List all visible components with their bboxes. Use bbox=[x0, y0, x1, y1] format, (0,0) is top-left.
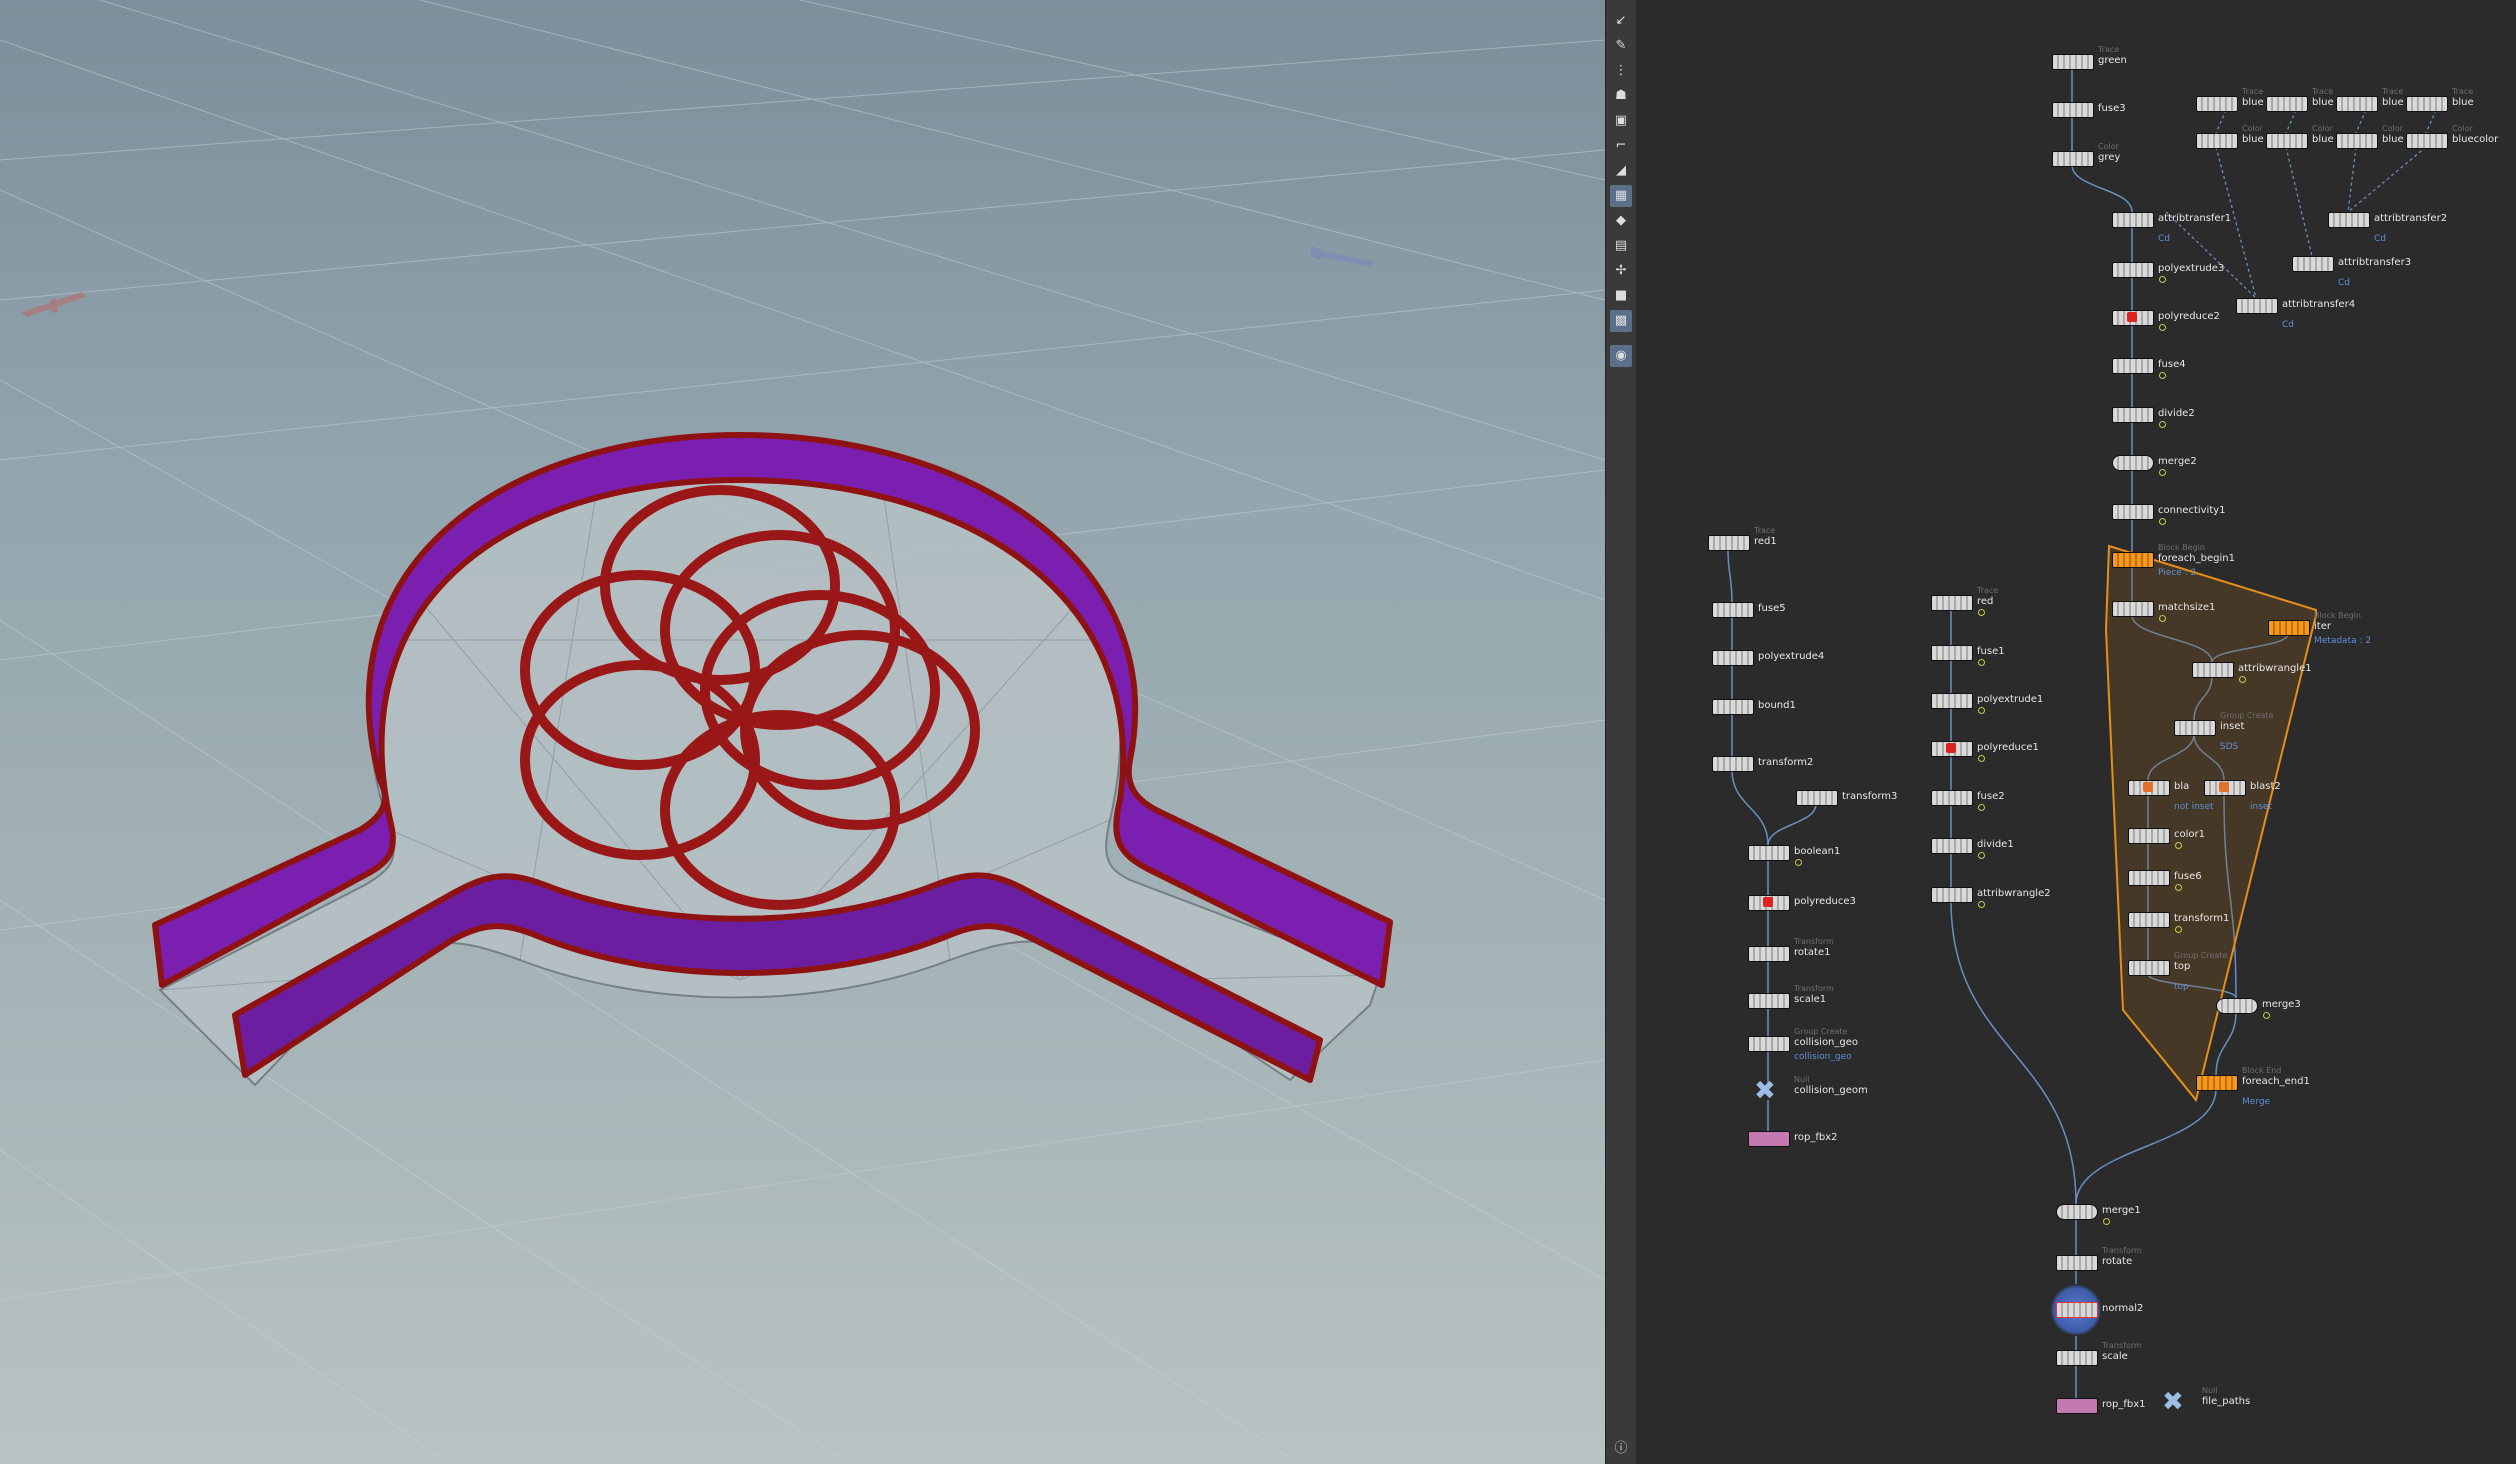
viewport-toolbar: ↙ ✎ ⋮ ☗ ▣ ⌐ ◢ ▦ ◆ ▤ ✢ ■ ▩ ◉ ⓘ bbox=[1605, 0, 1637, 1464]
null-icon: ✖ bbox=[1754, 1076, 1776, 1106]
axis-gizmo-left bbox=[22, 292, 86, 317]
brush-icon[interactable]: ☗ bbox=[1610, 85, 1632, 107]
shading-icon[interactable]: ▤ bbox=[1610, 235, 1632, 257]
pivot-icon[interactable]: ■ bbox=[1610, 285, 1632, 307]
viewport-canvas bbox=[0, 0, 1605, 1464]
transform-icon[interactable]: ✎ bbox=[1610, 35, 1632, 57]
wireframe-icon[interactable]: ✢ bbox=[1610, 260, 1632, 282]
grid-icon[interactable]: ▦ bbox=[1610, 185, 1632, 207]
display-icon[interactable]: ◆ bbox=[1610, 210, 1632, 232]
node-network-editor[interactable]: Trace green fuse3 Color grey Trace blue Tra… bbox=[1636, 0, 2516, 1464]
foreach-block-frame bbox=[2104, 544, 2317, 1103]
info-icon[interactable]: ⓘ bbox=[1610, 1438, 1632, 1460]
frame-icon[interactable]: ▩ bbox=[1610, 310, 1632, 332]
scene-viewport[interactable] bbox=[0, 0, 1605, 1464]
snap-icon[interactable]: ⋮ bbox=[1610, 60, 1632, 82]
ghost-icon[interactable]: ◉ bbox=[1610, 345, 1632, 367]
axis-gizmo-right bbox=[1310, 246, 1375, 267]
select-icon[interactable]: ↙ bbox=[1610, 10, 1632, 32]
null-icon: ✖ bbox=[2162, 1387, 2184, 1417]
bone-icon[interactable]: ⌐ bbox=[1610, 135, 1632, 157]
light-icon[interactable]: ◢ bbox=[1610, 160, 1632, 182]
camera-icon[interactable]: ▣ bbox=[1610, 110, 1632, 132]
